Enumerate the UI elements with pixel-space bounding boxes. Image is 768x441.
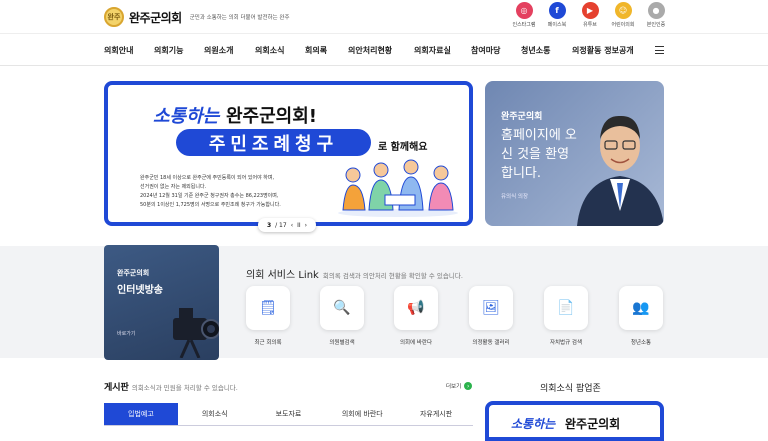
- service-link[interactable]: 📢 의회에 바란다: [394, 286, 438, 346]
- tab-petition[interactable]: 의회에 바란다: [325, 403, 399, 425]
- popup-banner[interactable]: 소통하는 완주군의회: [485, 401, 664, 441]
- sns-kids-council[interactable]: ☺ 어린이의회: [606, 2, 640, 28]
- person-search-icon: 🔍: [333, 300, 351, 316]
- youth-icon: 👥: [632, 300, 650, 316]
- broadcast-link: 바로가기: [117, 331, 136, 337]
- site-logo[interactable]: 완주 완주군의회 군민과 소통하는 의회 더불어 발전하는 완주: [104, 7, 290, 27]
- clipboard-clock-icon: 🗒: [259, 300, 277, 316]
- nav-item[interactable]: 참여마당: [471, 45, 500, 56]
- people-illustration-icon: [338, 159, 458, 217]
- user-icon: ●: [647, 2, 665, 19]
- sns-label: 본인인증: [646, 22, 666, 28]
- nav-item[interactable]: 의회자료실: [414, 45, 451, 56]
- site-name: 완주군의회: [129, 10, 182, 25]
- sns-label: 인스타그램: [512, 22, 536, 28]
- main-banner[interactable]: 소통하는 완주군의회! 주민조례청구 로 함께해요 완주군민 18세 이상으로 …: [104, 81, 473, 226]
- youtube-icon: ▶: [581, 2, 599, 19]
- sns-facebook[interactable]: f 페이스북: [540, 2, 574, 28]
- popup-zone-title: 의회소식 팝업존: [540, 384, 601, 394]
- service-label: 최근 회의록: [254, 340, 282, 346]
- document-search-icon: 📄: [557, 300, 575, 316]
- pager-current: 3: [266, 221, 272, 229]
- popup-text-a: 소통하는: [511, 417, 556, 431]
- board-tabs: 입법예고 의회소식 보도자료 의회에 바란다 자유게시판: [104, 403, 473, 426]
- service-label: 의원별검색: [329, 340, 355, 346]
- nav-item[interactable]: 의회기능: [154, 45, 183, 56]
- service-link[interactable]: 📄 자치법규 검색: [544, 286, 588, 346]
- pause-icon[interactable]: II: [297, 222, 301, 229]
- arrow-right-icon: ›: [464, 382, 473, 390]
- service-label: 의회에 바란다: [399, 340, 433, 346]
- camera-icon: [173, 308, 219, 358]
- service-subtitle: 회의록 검색과 의안처리 현황을 확인할 수 있습니다.: [322, 272, 463, 280]
- nav-item[interactable]: 회의록: [305, 45, 327, 56]
- more-label: 더보기: [446, 384, 462, 390]
- nav-item[interactable]: 의정활동 정보공개: [572, 45, 634, 56]
- board-more-link[interactable]: 더보기 ›: [446, 382, 473, 390]
- internet-broadcast-card[interactable]: 완주군의회 인터넷방송 바로가기: [104, 245, 219, 360]
- tab-press[interactable]: 보도자료: [252, 403, 326, 425]
- service-link[interactable]: 🗒 최근 회의록: [246, 286, 290, 346]
- prev-icon[interactable]: ‹: [291, 222, 293, 229]
- sns-verification[interactable]: ● 본인인증: [639, 2, 673, 28]
- service-label: 의정활동 갤러리: [472, 340, 510, 346]
- sns-label: 어린이의회: [611, 22, 635, 28]
- chairman-name: 유의식 의장: [501, 194, 529, 200]
- sns-label: 유투브: [583, 22, 597, 28]
- service-link[interactable]: 🖼 의정활동 갤러리: [469, 286, 513, 346]
- nav-item[interactable]: 청년소통: [521, 45, 550, 56]
- tab-free-board[interactable]: 자유게시판: [399, 403, 473, 425]
- nav-item[interactable]: 의원소개: [204, 45, 233, 56]
- service-label: 자치법규 검색: [549, 340, 583, 346]
- main-nav: 의회안내 의회기능 의원소개 의회소식 회의록 의안처리현황 의회자료실 참여마…: [0, 33, 768, 66]
- service-label: 청년소통: [630, 340, 652, 346]
- service-title: 의회 서비스 Link 회의록 검색과 의안처리 현황을 확인할 수 있습니다.: [246, 270, 463, 281]
- banner-with: 로 함께해요: [378, 142, 428, 153]
- banner-pill: 주민조례청구: [176, 129, 371, 156]
- gallery-icon: 🖼: [482, 300, 500, 316]
- chairman-photo: [577, 115, 664, 226]
- popup-text-b: 완주군의회: [565, 417, 621, 431]
- tab-legislative-notice[interactable]: 입법예고: [104, 403, 178, 425]
- broadcast-org: 완주군의회: [117, 269, 150, 277]
- facebook-icon: f: [548, 2, 566, 19]
- banner-description: 완주군민 18세 이상으로 완주군에 주민등록이 되어 있어야 하며, 선거권이…: [140, 175, 281, 208]
- menu-icon[interactable]: [655, 46, 664, 57]
- service-link[interactable]: 👥 청년소통: [619, 286, 663, 346]
- chairman-org: 완주군의회: [501, 112, 543, 122]
- tab-council-news[interactable]: 의회소식: [178, 403, 252, 425]
- megaphone-icon: 📢: [407, 300, 425, 316]
- sns-label: 페이스북: [547, 22, 567, 28]
- kids-icon: ☺: [614, 2, 632, 19]
- banner-headline-b: 완주군의회!: [226, 106, 318, 127]
- site-slogan: 군민과 소통하는 의회 더불어 발전하는 완주: [189, 15, 290, 21]
- nav-item[interactable]: 의회안내: [104, 45, 133, 56]
- council-emblem-icon: 완주: [104, 7, 124, 27]
- chairman-card[interactable]: 완주군의회 홈페이지에 오신 것을 환영합니다. 유의식 의장: [485, 81, 664, 226]
- pager-total: / 17: [275, 221, 287, 229]
- banner-pager: 3 / 17 ‹ II ›: [258, 218, 316, 232]
- board-subtitle: 의회소식과 민원을 처리할 수 있습니다.: [131, 384, 238, 392]
- sns-instagram[interactable]: ◎ 인스타그램: [507, 2, 541, 28]
- banner-headline-a: 소통하는: [153, 106, 220, 127]
- service-link[interactable]: 🔍 의원별검색: [320, 286, 364, 346]
- broadcast-title: 인터넷방송: [117, 285, 163, 296]
- chairman-greeting: 홈페이지에 오신 것을 환영합니다.: [501, 128, 577, 181]
- nav-item[interactable]: 의안처리현황: [348, 45, 392, 56]
- top-header: 완주 완주군의회 군민과 소통하는 의회 더불어 발전하는 완주 ◎ 인스타그램…: [0, 0, 768, 33]
- board-title: 게시판 의회소식과 민원을 처리할 수 있습니다.: [104, 383, 238, 393]
- sns-youtube[interactable]: ▶ 유투브: [573, 2, 607, 28]
- next-icon[interactable]: ›: [305, 222, 307, 229]
- instagram-icon: ◎: [515, 2, 533, 19]
- nav-item[interactable]: 의회소식: [255, 45, 284, 56]
